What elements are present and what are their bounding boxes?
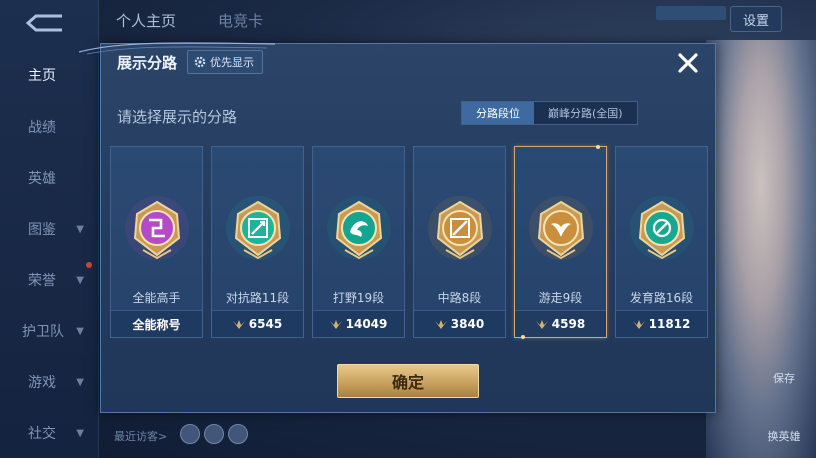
confirm-button[interactable]: 确定 (337, 364, 479, 398)
sidebar-item-label: 社交 (28, 426, 56, 442)
notification-dot (86, 262, 92, 268)
route-card[interactable]: 发育路16段 11812 (615, 146, 708, 338)
save-button[interactable]: 保存 (762, 370, 806, 386)
change-hero-button[interactable]: 换英雄 (762, 428, 806, 444)
close-icon[interactable] (675, 50, 701, 76)
avatar[interactable] (204, 424, 224, 444)
settings-button[interactable]: 设置 (730, 6, 782, 32)
back-arrow-icon[interactable] (22, 12, 68, 34)
sidebar: 主页 战绩 英雄 图鉴 ▼ 荣誉 ▼ 护卫队 ▼ 游戏 ▼ 社交 ▼ (0, 0, 99, 458)
route-card-value: 3840 (450, 317, 485, 331)
route-card[interactable]: 对抗路11段 6545 (211, 146, 304, 338)
sidebar-item-games[interactable]: 游戏 ▼ (0, 357, 98, 407)
sidebar-item-label: 荣誉 (28, 273, 56, 289)
route-card[interactable]: 中路8段 3840 (413, 146, 506, 338)
route-card-name: 游走9段 (538, 291, 583, 305)
route-card-name: 对抗路11段 (225, 291, 290, 305)
route-card-value: 全能称号 (132, 317, 181, 332)
avatar[interactable] (228, 424, 248, 444)
route-card-name: 中路8段 (437, 291, 482, 305)
route-select-dialog: 展示分路 优先显示 请选择展示的分路 分路段位 巅峰分路(全国) 全能高手全能称… (78, 42, 716, 413)
sidebar-item-social[interactable]: 社交 ▼ (0, 408, 98, 458)
route-card-footer: 11812 (616, 310, 707, 337)
rank-points-icon (535, 320, 548, 329)
route-card[interactable]: 打野19段 14049 (312, 146, 405, 338)
tab-peak-route[interactable]: 巅峰分路(全国) (534, 102, 637, 124)
route-card-name: 全能高手 (132, 291, 181, 305)
route-card-value: 6545 (248, 317, 283, 331)
rank-points-icon (632, 320, 645, 329)
route-card-value: 14049 (345, 317, 388, 331)
route-card-name: 发育路16段 (629, 291, 694, 305)
route-card-footer: 14049 (313, 310, 404, 337)
route-card-name: 打野19段 (332, 291, 385, 305)
sidebar-item-atlas[interactable]: 图鉴 ▼ (0, 204, 98, 254)
tab-profile[interactable]: 个人主页 (116, 10, 176, 31)
route-emblem-icon (124, 196, 189, 260)
route-emblem-icon (326, 196, 391, 260)
chevron-down-icon: ▼ (76, 274, 84, 286)
dialog-title: 展示分路 (117, 54, 178, 72)
route-card-value: 11812 (648, 317, 691, 331)
route-emblem-icon (528, 196, 593, 260)
route-card-value: 4598 (551, 317, 586, 331)
route-card-list: 全能高手 全能称号 对抗路11段 6545 打野19段 14049 中路8段 3840 游走9段… (110, 145, 710, 340)
gear-icon (194, 56, 206, 68)
chevron-down-icon: ▼ (76, 325, 84, 337)
sidebar-item-label: 游戏 (28, 375, 56, 391)
avatar[interactable] (180, 424, 200, 444)
route-card-footer: 6545 (212, 310, 303, 337)
sidebar-item-honor[interactable]: 荣誉 ▼ (0, 255, 98, 305)
sidebar-item-label: 图鉴 (28, 222, 56, 238)
segmented-control: 分路段位 巅峰分路(全国) (461, 101, 638, 125)
chevron-down-icon: ▼ (76, 223, 84, 235)
priority-display-label: 优先显示 (210, 56, 254, 69)
sidebar-item-record[interactable]: 战绩 (0, 102, 98, 152)
chevron-down-icon: ▼ (76, 376, 84, 388)
route-emblem-icon (629, 196, 694, 260)
chevron-down-icon: ▼ (76, 427, 84, 439)
route-card-footer: 3840 (414, 310, 505, 337)
route-card-footer: 4598 (515, 310, 606, 337)
sidebar-item-label: 护卫队 (22, 324, 64, 340)
selection-corner-dot (596, 145, 600, 149)
tab-esports-card[interactable]: 电竞卡 (218, 10, 263, 31)
hero-portrait (706, 40, 816, 458)
route-card[interactable]: 游走9段 4598 (514, 145, 607, 339)
rank-points-icon (232, 320, 245, 329)
sidebar-item-label: 战绩 (28, 120, 56, 136)
tab-route-rank[interactable]: 分路段位 (462, 102, 534, 124)
route-emblem-icon (427, 196, 492, 260)
priority-display-button[interactable]: 优先显示 (187, 50, 263, 74)
sidebar-item-label: 主页 (28, 68, 56, 84)
recent-visitors-link[interactable]: 最近访客> (114, 428, 167, 444)
rank-points-icon (329, 320, 342, 329)
sidebar-item-guard[interactable]: 护卫队 ▼ (0, 306, 98, 356)
route-emblem-icon (225, 196, 290, 260)
selection-corner-dot (521, 335, 525, 339)
rank-points-icon (434, 320, 447, 329)
route-card[interactable]: 全能高手 全能称号 (110, 146, 203, 338)
route-card-footer: 全能称号 (111, 310, 202, 337)
sidebar-item-label: 英雄 (28, 171, 56, 187)
sidebar-item-heroes[interactable]: 英雄 (0, 153, 98, 203)
rank-badge (656, 6, 726, 20)
dialog-subtitle: 请选择展示的分路 (117, 108, 238, 126)
